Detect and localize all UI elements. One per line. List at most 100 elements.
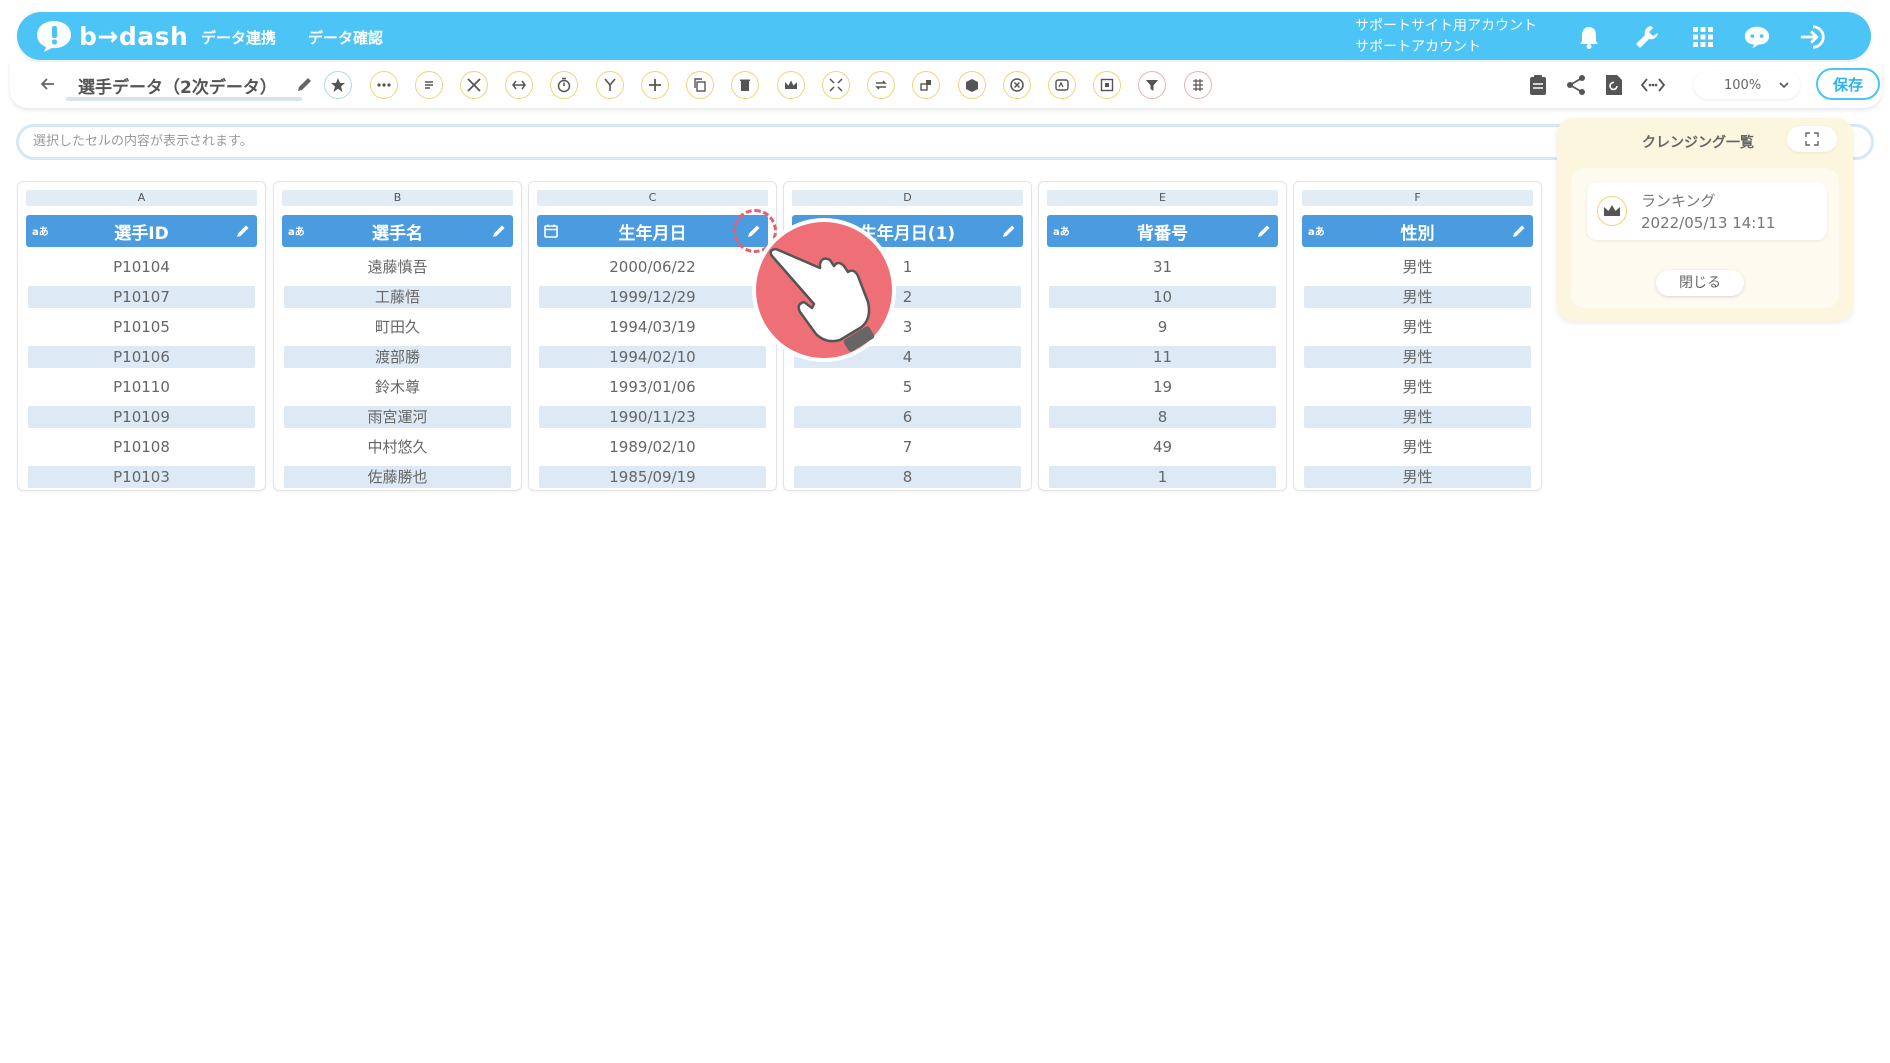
table-cell[interactable]: P10105	[28, 316, 255, 338]
code-icon[interactable]	[1640, 72, 1666, 98]
title-edit-pencil-icon[interactable]	[296, 75, 314, 93]
add-plus-icon[interactable]	[641, 71, 669, 99]
table-cell[interactable]: 1999/12/29	[539, 286, 766, 308]
table-cell[interactable]: 5	[794, 376, 1021, 398]
account-info[interactable]: サポートサイト用アカウント サポートアカウント	[1355, 16, 1537, 58]
column-letter[interactable]: D	[792, 190, 1023, 206]
more-dots-icon[interactable]	[370, 71, 398, 99]
filter-funnel-icon[interactable]	[1138, 71, 1166, 99]
bdash-logo[interactable]: b→dash	[35, 19, 188, 53]
table-cell[interactable]: 11	[1049, 346, 1276, 368]
table-cell[interactable]: 中村悠久	[284, 436, 511, 458]
refresh-icon[interactable]	[1601, 72, 1627, 98]
table-cell[interactable]: 6	[794, 406, 1021, 428]
table-cell[interactable]: 佐藤勝也	[284, 466, 511, 488]
table-cell[interactable]: 1994/02/10	[539, 346, 766, 368]
column-header[interactable]: aあ 性別	[1302, 215, 1533, 247]
repeat-icon[interactable]	[867, 71, 895, 99]
table-cell[interactable]: 男性	[1304, 436, 1531, 458]
column-header[interactable]: aあ 背番号	[1047, 215, 1278, 247]
table-cell[interactable]: 9	[1049, 316, 1276, 338]
table-cell[interactable]: 遠藤慎吾	[284, 256, 511, 278]
table-cell[interactable]: 工藤悟	[284, 286, 511, 308]
nav-data-integration[interactable]: データ連携	[201, 27, 276, 48]
bell-icon[interactable]	[1575, 23, 1603, 51]
table-cell[interactable]: P10104	[28, 256, 255, 278]
table-cell[interactable]: 2000/06/22	[539, 256, 766, 278]
crown-ranking-icon[interactable]	[777, 71, 805, 99]
align-lines-icon[interactable]	[415, 71, 443, 99]
table-cell[interactable]: 8	[794, 466, 1021, 488]
table-cell[interactable]: 19	[1049, 376, 1276, 398]
frame-icon[interactable]	[1093, 71, 1121, 99]
table-cell[interactable]: P10103	[28, 466, 255, 488]
table-cell[interactable]: 31	[1049, 256, 1276, 278]
save-button[interactable]: 保存	[1816, 68, 1880, 100]
table-cell[interactable]: P10110	[28, 376, 255, 398]
table-cell[interactable]: 8	[1049, 406, 1276, 428]
remove-circle-icon[interactable]	[1003, 71, 1031, 99]
table-cell[interactable]: 1990/11/23	[539, 406, 766, 428]
table-cell[interactable]: 男性	[1304, 346, 1531, 368]
convert-text-icon[interactable]	[1048, 71, 1076, 99]
column-header[interactable]: aあ 選手名	[282, 215, 513, 247]
edit-pencil-icon[interactable]	[1511, 223, 1527, 239]
copy-icon[interactable]	[686, 71, 714, 99]
table-cell[interactable]: 1993/01/06	[539, 376, 766, 398]
table-cell[interactable]: 7	[794, 436, 1021, 458]
table-cell[interactable]: 男性	[1304, 286, 1531, 308]
edit-pencil-icon[interactable]	[491, 223, 507, 239]
column-letter[interactable]: A	[26, 190, 257, 206]
column-letter[interactable]: E	[1047, 190, 1278, 206]
package-box-icon[interactable]	[958, 71, 986, 99]
support-chat-icon[interactable]	[1743, 23, 1771, 51]
table-cell[interactable]: P10108	[28, 436, 255, 458]
edit-pencil-icon[interactable]	[1001, 223, 1017, 239]
table-cell[interactable]: 男性	[1304, 316, 1531, 338]
table-cell[interactable]: P10107	[28, 286, 255, 308]
dedupe-icon[interactable]	[1184, 71, 1212, 99]
zoom-select[interactable]: 100%	[1694, 71, 1800, 99]
wrench-icon[interactable]	[1633, 23, 1661, 51]
table-cell[interactable]: P10106	[28, 346, 255, 368]
table-cell[interactable]: 10	[1049, 286, 1276, 308]
document-title[interactable]: 選手データ（2次データ）	[78, 73, 277, 98]
table-cell[interactable]: 男性	[1304, 256, 1531, 278]
table-cell[interactable]: 男性	[1304, 376, 1531, 398]
edit-pencil-icon[interactable]	[1256, 223, 1272, 239]
expand-button[interactable]	[1787, 126, 1837, 152]
close-button[interactable]: 閉じる	[1656, 270, 1744, 296]
table-cell[interactable]: 1985/09/19	[539, 466, 766, 488]
share-icon[interactable]	[1563, 72, 1589, 98]
table-cell[interactable]: 男性	[1304, 466, 1531, 488]
column-letter[interactable]: B	[282, 190, 513, 206]
table-cell[interactable]: 男性	[1304, 406, 1531, 428]
branch-icon[interactable]	[596, 71, 624, 99]
table-cell[interactable]: 1	[1049, 466, 1276, 488]
table-cell[interactable]: P10109	[28, 406, 255, 428]
table-cell[interactable]: 渡部勝	[284, 346, 511, 368]
cleansing-tools-icon[interactable]	[460, 71, 488, 99]
nav-data-check[interactable]: データ確認	[308, 27, 383, 48]
clipboard-icon[interactable]	[1525, 72, 1551, 98]
back-arrow-icon[interactable]	[38, 74, 58, 94]
table-cell[interactable]: 鈴木尊	[284, 376, 511, 398]
trash-icon[interactable]	[731, 71, 759, 99]
favorite-star-icon[interactable]	[324, 71, 352, 99]
column-letter[interactable]: F	[1302, 190, 1533, 206]
expand-cells-icon[interactable]	[822, 71, 850, 99]
column-letter[interactable]: C	[537, 190, 768, 206]
split-merge-icon[interactable]	[505, 71, 533, 99]
apps-grid-icon[interactable]	[1689, 23, 1717, 51]
edit-pencil-icon[interactable]	[235, 223, 251, 239]
table-cell[interactable]: 雨宮運河	[284, 406, 511, 428]
table-cell[interactable]: 町田久	[284, 316, 511, 338]
column-header[interactable]: aあ 選手ID	[26, 215, 257, 247]
table-cell[interactable]: 1989/02/10	[539, 436, 766, 458]
replace-icon[interactable]	[912, 71, 940, 99]
table-cell[interactable]: 49	[1049, 436, 1276, 458]
cleansing-item[interactable]: ランキング 2022/05/13 14:11	[1587, 182, 1827, 240]
logout-icon[interactable]	[1799, 23, 1827, 51]
timer-icon[interactable]	[550, 71, 578, 99]
table-cell[interactable]: 1994/03/19	[539, 316, 766, 338]
